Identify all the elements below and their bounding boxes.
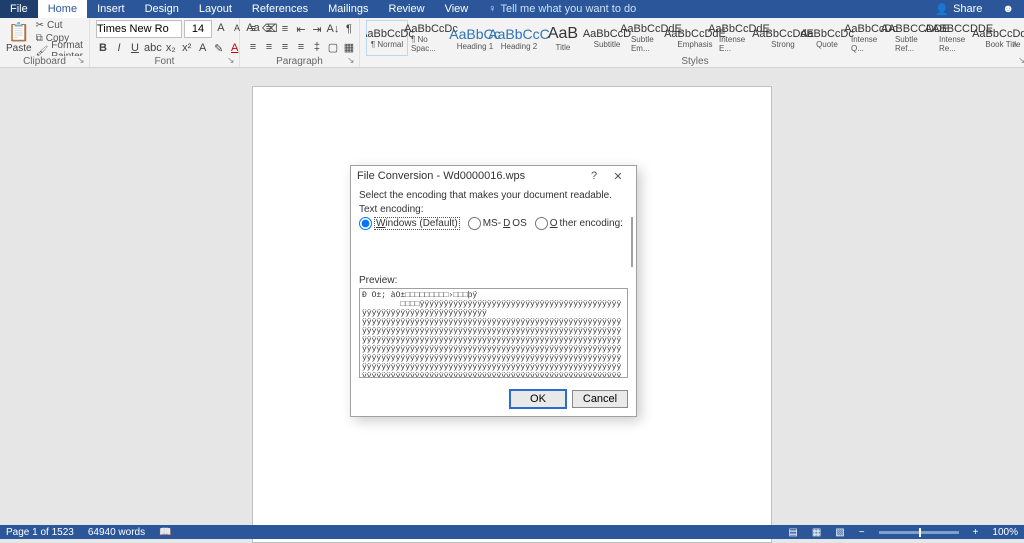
view-print-icon[interactable]: ▦ bbox=[812, 527, 821, 538]
lightbulb-icon: ♀ bbox=[488, 3, 496, 15]
font-launcher-icon[interactable]: ↘ bbox=[227, 55, 237, 65]
tab-insert[interactable]: Insert bbox=[87, 0, 135, 18]
font-name-input[interactable] bbox=[96, 20, 182, 38]
text-effect-icon[interactable]: A bbox=[196, 40, 210, 56]
strike-button[interactable]: abc bbox=[144, 40, 162, 56]
file-conversion-dialog: File Conversion - Wd0000016.wps ? ✕ Sele… bbox=[350, 165, 637, 417]
italic-button[interactable]: I bbox=[112, 40, 126, 56]
justify-icon[interactable]: ≡ bbox=[294, 39, 308, 55]
style-title[interactable]: AaBTitle bbox=[542, 20, 584, 56]
align-left-icon[interactable]: ≡ bbox=[246, 39, 260, 55]
zoom-level[interactable]: 100% bbox=[992, 527, 1018, 538]
tab-review[interactable]: Review bbox=[379, 0, 435, 18]
styles-launcher-icon[interactable]: ↘ bbox=[1018, 55, 1024, 65]
paste-label: Paste bbox=[6, 43, 32, 54]
sort-icon[interactable]: A↓ bbox=[326, 21, 340, 37]
tell-me[interactable]: ♀ Tell me what you want to do bbox=[478, 0, 646, 18]
copy-icon: ⧉ bbox=[36, 33, 43, 44]
group-label-styles: Styles bbox=[360, 56, 1024, 67]
subscript-button[interactable]: x₂ bbox=[164, 40, 178, 56]
superscript-button[interactable]: x² bbox=[180, 40, 194, 56]
group-label-paragraph: Paragraph bbox=[240, 56, 359, 67]
tab-mailings[interactable]: Mailings bbox=[318, 0, 378, 18]
help-icon[interactable]: ? bbox=[582, 170, 606, 182]
view-web-icon[interactable]: ▧ bbox=[835, 527, 844, 538]
brush-icon: 🖌 bbox=[36, 46, 49, 57]
spellcheck-icon[interactable]: 📖 bbox=[159, 527, 171, 538]
bold-button[interactable]: B bbox=[96, 40, 110, 56]
ok-button[interactable]: OK bbox=[510, 390, 566, 408]
tab-references[interactable]: References bbox=[242, 0, 318, 18]
outdent-icon[interactable]: ⇤ bbox=[294, 21, 308, 37]
text-encoding-label: Text encoding: bbox=[359, 204, 628, 215]
tab-home[interactable]: Home bbox=[38, 0, 87, 18]
feedback-icon[interactable]: ☻ bbox=[992, 0, 1024, 18]
menubar: File Home Insert Design Layout Reference… bbox=[0, 0, 1024, 18]
style-book-title[interactable]: AaBbCcDdEBook Title bbox=[982, 20, 1024, 56]
line-spacing-icon[interactable]: ‡ bbox=[310, 39, 324, 55]
zoom-in-button[interactable]: + bbox=[973, 527, 979, 538]
font-size-input[interactable] bbox=[184, 20, 212, 38]
cut-button[interactable]: ✂Cut bbox=[36, 19, 83, 31]
paste-icon: 📋 bbox=[8, 22, 30, 43]
encoding-list[interactable]: Wang TaiwanWestern European (DOS)Western… bbox=[631, 217, 633, 267]
group-clipboard: 📋 Paste ✂Cut ⧉Copy 🖌Format Painter Clipb… bbox=[0, 18, 90, 67]
tab-layout[interactable]: Layout bbox=[189, 0, 242, 18]
zoom-out-button[interactable]: − bbox=[859, 527, 865, 538]
paste-button[interactable]: 📋 Paste bbox=[6, 22, 32, 54]
numbering-icon[interactable]: ≡ bbox=[262, 21, 276, 37]
view-read-icon[interactable]: ▤ bbox=[788, 527, 797, 538]
radio-msdos[interactable]: MS-DOS bbox=[468, 217, 527, 230]
radio-windows[interactable]: Windows (Default) bbox=[359, 217, 460, 230]
encoding-option[interactable]: Wang Taiwan bbox=[632, 218, 633, 238]
tell-me-text: Tell me what you want to do bbox=[500, 3, 636, 15]
grow-font-icon[interactable]: A bbox=[214, 20, 228, 36]
show-marks-icon[interactable]: ¶ bbox=[342, 21, 356, 37]
share-button[interactable]: 👤 Share bbox=[925, 0, 992, 18]
dialog-titlebar[interactable]: File Conversion - Wd0000016.wps ? ✕ bbox=[351, 166, 636, 186]
share-label: Share bbox=[953, 3, 982, 15]
preview-label: Preview: bbox=[359, 275, 628, 286]
borders-icon[interactable]: ▦ bbox=[342, 39, 356, 55]
multilevel-icon[interactable]: ≡ bbox=[278, 21, 292, 37]
status-words[interactable]: 64940 words bbox=[88, 527, 145, 538]
dialog-title: File Conversion - Wd0000016.wps bbox=[357, 170, 525, 182]
share-icon: 👤 bbox=[935, 3, 949, 16]
cut-icon: ✂ bbox=[36, 20, 44, 31]
group-styles: AaBbCcDc¶ NormalAaBbCcDc¶ No Spac... AaBb… bbox=[360, 18, 1024, 67]
bullets-icon[interactable]: ≡ bbox=[246, 21, 260, 37]
style-quote[interactable]: AaBbCcDcQuote bbox=[806, 20, 848, 56]
style-heading-2[interactable]: AaBbCcCHeading 2 bbox=[498, 20, 540, 56]
dialog-instruction: Select the encoding that makes your docu… bbox=[359, 190, 628, 201]
highlight-icon[interactable]: ✎ bbox=[212, 40, 226, 56]
tab-view[interactable]: View bbox=[435, 0, 479, 18]
style-strong[interactable]: AaBbCcDdEStrong bbox=[762, 20, 804, 56]
group-font: A A Aa ⌫ B I U abc x₂ x² A ✎ A Font ↘ bbox=[90, 18, 240, 67]
group-label-clipboard: Clipboard bbox=[0, 56, 89, 67]
paragraph-launcher-icon[interactable]: ↘ bbox=[347, 55, 357, 65]
style--normal[interactable]: AaBbCcDc¶ Normal bbox=[366, 20, 408, 56]
ribbon: ˄ 📋 Paste ✂Cut ⧉Copy 🖌Format Painter Cli… bbox=[0, 18, 1024, 68]
close-icon[interactable]: ✕ bbox=[606, 170, 630, 183]
status-page[interactable]: Page 1 of 1523 bbox=[6, 527, 74, 538]
radio-other[interactable]: Other encoding: bbox=[535, 217, 623, 230]
encoding-option[interactable]: Western European (DOS) bbox=[632, 238, 633, 267]
underline-button[interactable]: U bbox=[128, 40, 142, 56]
shading-icon[interactable]: ▢ bbox=[326, 39, 340, 55]
group-paragraph: ≡ ≡ ≡ ⇤ ⇥ A↓ ¶ ≡ ≡ ≡ ≡ ‡ ▢ ▦ Paragraph ↘ bbox=[240, 18, 360, 67]
zoom-slider[interactable] bbox=[879, 531, 959, 534]
align-center-icon[interactable]: ≡ bbox=[262, 39, 276, 55]
tab-file[interactable]: File bbox=[0, 0, 38, 18]
statusbar: Page 1 of 1523 64940 words 📖 ▤ ▦ ▧ − + 1… bbox=[0, 525, 1024, 539]
tab-design[interactable]: Design bbox=[135, 0, 189, 18]
preview-box[interactable]: Ð¯Ö±; àÖ±□□□□□□□□□›□□□þÿ □□□□ÿÿÿÿÿÿÿÿÿÿÿ… bbox=[359, 288, 628, 378]
group-label-font: Font bbox=[90, 56, 239, 67]
cancel-button[interactable]: Cancel bbox=[572, 390, 628, 408]
clipboard-launcher-icon[interactable]: ↘ bbox=[77, 55, 87, 65]
indent-icon[interactable]: ⇥ bbox=[310, 21, 324, 37]
align-right-icon[interactable]: ≡ bbox=[278, 39, 292, 55]
style--no-spac-[interactable]: AaBbCcDc¶ No Spac... bbox=[410, 20, 452, 56]
